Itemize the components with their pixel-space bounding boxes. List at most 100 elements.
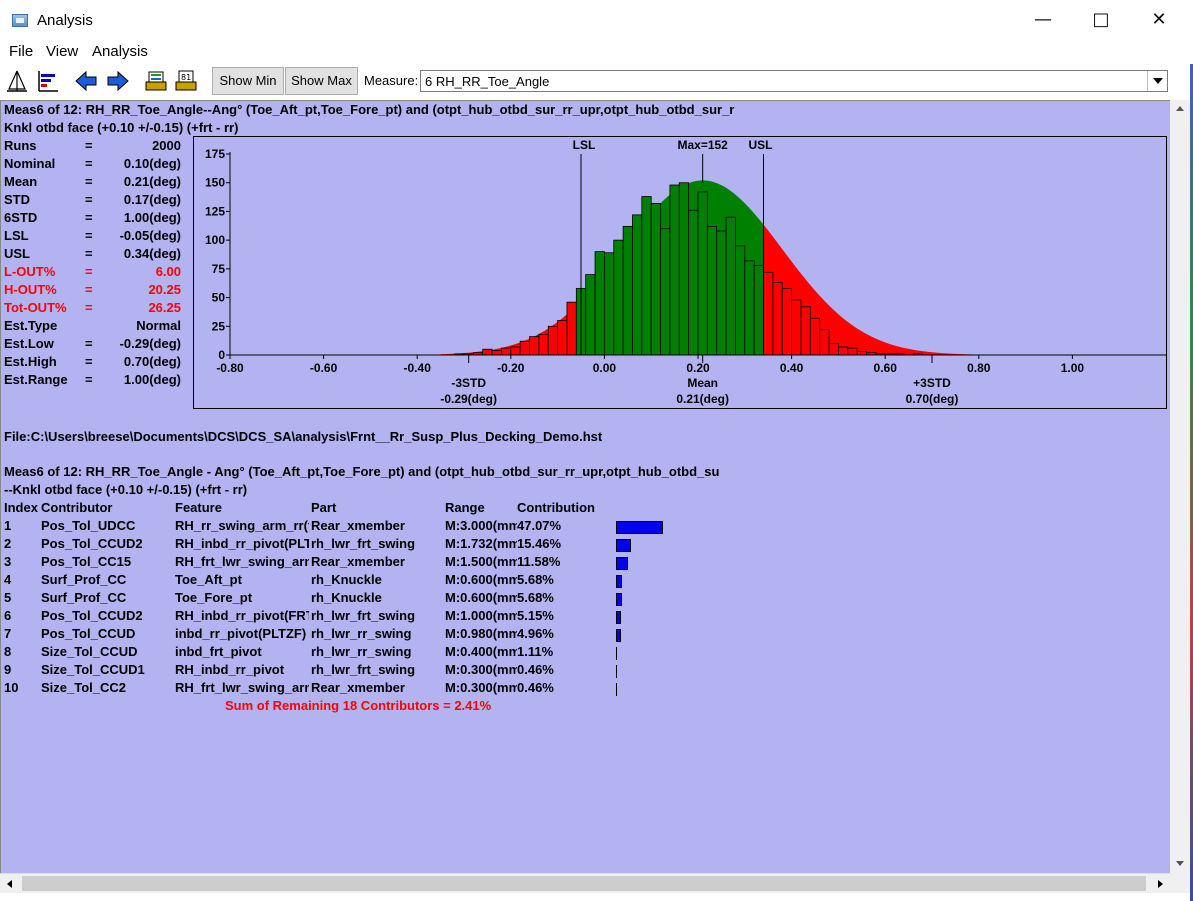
cell-part: rh_Knuckle <box>311 572 382 587</box>
previous-arrow-icon[interactable] <box>74 68 100 94</box>
cell-feature: RH_frt_lwr_swing_arn <box>175 554 309 569</box>
histogram-bar <box>538 333 549 356</box>
analysis-panel: Meas6 of 12: RH_RR_Toe_Angle--Ang° (Toe_… <box>0 100 1170 873</box>
stat-value: 0.34(deg) <box>123 246 181 261</box>
histogram-bar <box>519 340 530 356</box>
cell-index: 5 <box>4 590 12 605</box>
print-preview-icon[interactable] <box>143 68 169 94</box>
cell-range: M:0.600(mm <box>445 572 517 587</box>
scroll-left-icon[interactable] <box>0 874 20 894</box>
show-min-button[interactable]: Show Min <box>212 67 284 95</box>
cell-contribution: 4.96% <box>517 626 554 641</box>
menu-file[interactable]: File <box>9 43 33 60</box>
cell-feature: Toe_Fore_pt <box>175 590 253 605</box>
column-part: Part <box>311 500 337 515</box>
table-row[interactable]: 10 Size_Tol_CC2 RH_frt_lwr_swing_arn Rear_x… <box>1 680 1161 698</box>
histogram-bar <box>529 336 540 356</box>
cell-contribution: 47.07% <box>517 518 562 533</box>
contribution-bar <box>616 593 622 606</box>
histogram-bar <box>660 228 671 356</box>
histogram-bar <box>819 329 830 356</box>
cell-range: M:1.500(mm <box>445 554 517 569</box>
show-max-button[interactable]: Show Max <box>285 67 358 95</box>
contribution-bar <box>616 539 632 552</box>
minimize-button[interactable]: — <box>1014 0 1072 40</box>
cell-range: M:0.300(mm <box>445 680 517 695</box>
cell-range: M:0.600(mm <box>445 590 517 605</box>
histogram-bar <box>547 325 558 356</box>
stat-row: Tot-OUT% = 26.25 <box>1 300 181 318</box>
x-tick-label: 0.20 <box>686 361 710 375</box>
histogram-bar <box>557 320 568 356</box>
stat-value: 6.00 <box>155 264 181 279</box>
stat-value: 0.17(deg) <box>123 192 181 207</box>
histogram-bar <box>800 306 811 356</box>
table-row[interactable]: 4 Surf_Prof_CC Toe_Aft_pt rh_Knuckle M:0.600… <box>1 572 1161 590</box>
close-button[interactable]: ✕ <box>1130 0 1188 40</box>
cell-range: M:0.400(mm <box>445 644 517 659</box>
table-row[interactable]: 7 Pos_Tol_CCUD inbd_rr_pivot(PLTZF) rh_lwr_… <box>1 626 1161 644</box>
histogram-bar <box>838 346 849 356</box>
horizontal-scrollbar[interactable] <box>0 873 1170 893</box>
stat-row: Mean = 0.21(deg) <box>1 174 181 192</box>
table-row[interactable]: 5 Surf_Prof_CC Toe_Fore_pt rh_Knuckle M:0.60… <box>1 590 1161 608</box>
table-row[interactable]: 3 Pos_Tol_CC15 RH_frt_lwr_swing_arn Rear_xm… <box>1 554 1161 572</box>
stat-value: 0.10(deg) <box>123 156 181 171</box>
vertical-scrollbar[interactable] <box>1170 100 1190 873</box>
max-label: Max=152 <box>677 138 728 152</box>
table-row[interactable]: 8 Size_Tol_CCUD inbd_frt_pivot rh_lwr_rr_sw… <box>1 644 1161 662</box>
chevron-down-icon[interactable] <box>1147 71 1167 91</box>
stat-equals: = <box>85 354 93 369</box>
stat-row: 6STD = 1.00(deg) <box>1 210 181 228</box>
y-tick-label: 125 <box>205 204 225 218</box>
contribution-bar <box>616 683 617 696</box>
cell-contributor: Pos_Tol_CC15 <box>41 554 132 569</box>
menu-view[interactable]: View <box>46 43 78 60</box>
scroll-up-icon[interactable] <box>1170 100 1190 118</box>
measure-select[interactable]: 6 RH_RR_Toe_Angle <box>420 70 1168 92</box>
stat-name: L-OUT% <box>4 264 56 279</box>
histogram-bar <box>650 202 661 356</box>
next-arrow-icon[interactable] <box>104 68 130 94</box>
measure-label: Measure: <box>364 73 419 88</box>
cell-contributor: Pos_Tol_CCUD2 <box>41 536 143 551</box>
stat-value: 20.25 <box>148 282 181 297</box>
cell-part: rh_lwr_rr_swing <box>311 644 412 659</box>
histogram-bar <box>697 191 708 356</box>
maximize-button[interactable]: □ <box>1072 0 1130 40</box>
contributor-header-line2: --Knkl otbd face (+0.10 +/-0.15) (+frt -… <box>4 482 248 497</box>
cell-contributor: Surf_Prof_CC <box>41 572 127 587</box>
contributor-tool-icon[interactable] <box>35 68 61 94</box>
stat-row: Est.High = 0.70(deg) <box>1 354 181 372</box>
cell-part: rh_lwr_frt_swing <box>311 536 416 551</box>
histogram-bar <box>706 225 718 356</box>
cell-index: 4 <box>4 572 12 587</box>
table-row[interactable]: 2 Pos_Tol_CCUD2 RH_inbd_rr_pivot(PLT rh_lwr… <box>1 536 1161 554</box>
histogram-bar <box>763 271 774 356</box>
table-row[interactable]: 9 Size_Tol_CCUD1 RH_inbd_rr_pivot rh_lwr_fr… <box>1 662 1161 680</box>
stat-equals: = <box>85 192 93 207</box>
table-row[interactable]: 1 Pos_Tol_UDCC RH_rr_swing_arm_rr(t Rear_xm… <box>1 518 1161 536</box>
table-row[interactable]: 6 Pos_Tol_CCUD2 RH_inbd_rr_pivot(FRT rh_lwr… <box>1 608 1161 626</box>
scroll-right-icon[interactable] <box>1150 874 1170 894</box>
scroll-down-icon[interactable] <box>1170 855 1190 873</box>
cell-feature: RH_inbd_rr_pivot <box>175 662 285 677</box>
column-range: Range <box>445 500 485 515</box>
cell-part: Rear_xmember <box>311 518 405 533</box>
histogram-bar <box>491 350 502 356</box>
cell-index: 8 <box>4 644 12 659</box>
cell-index: 7 <box>4 626 12 641</box>
plus3-value: 0.70(deg) <box>906 392 959 406</box>
histogram-tool-icon[interactable] <box>4 68 30 94</box>
x-tick-label: 0.60 <box>874 361 898 375</box>
report-icon[interactable]: 81 <box>173 68 199 94</box>
cell-range: M:3.000(mm <box>445 518 517 533</box>
stat-name: USL <box>4 246 30 261</box>
stat-equals: = <box>85 336 93 351</box>
stat-value: 0.21(deg) <box>123 174 181 189</box>
menu-analysis[interactable]: Analysis <box>92 43 148 60</box>
cell-range: M:0.980(mm <box>445 626 517 641</box>
scroll-thumb[interactable] <box>22 876 1146 891</box>
cell-index: 3 <box>4 554 12 569</box>
x-tick-label: 1.00 <box>1061 361 1085 375</box>
